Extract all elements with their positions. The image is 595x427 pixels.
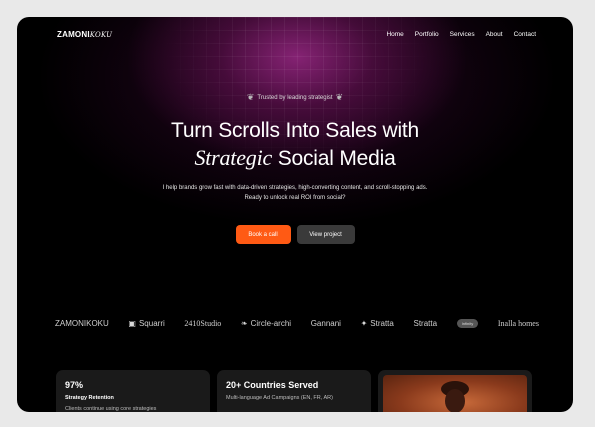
star-icon: ✦: [360, 319, 368, 328]
stat-card-countries: 20+ Countries Served Multi-language Ad C…: [217, 370, 371, 412]
top-nav: ZAMONIKOKU Home Portfolio Services About…: [17, 17, 573, 53]
stat-card-retention: 97% Strategy Retention Clients continue …: [56, 370, 210, 412]
brand-label: Infinity: [456, 319, 479, 328]
trust-badge-text: Trusted by leading strategist: [257, 95, 333, 101]
brand-logos: ZAMONIKOKU ▣ Squarri 2410Studio ❧ Circle…: [55, 319, 539, 328]
logo-italic: KOKU: [89, 31, 113, 39]
brand-infinity: Infinity: [456, 319, 479, 328]
hero-title-line2: Strategic Social Media: [17, 144, 573, 172]
stat-value: 20+ Countries Served: [226, 380, 319, 390]
square-icon: ▣: [128, 319, 136, 328]
stats-cards: 97% Strategy Retention Clients continue …: [56, 370, 534, 412]
brand-label: Gannani: [310, 319, 341, 328]
nav-item-services[interactable]: Services: [450, 31, 475, 38]
nav-item-contact[interactable]: Contact: [514, 31, 536, 38]
nav-item-home[interactable]: Home: [386, 31, 403, 38]
hero-title-serif: Strategic: [194, 145, 273, 170]
brand-label: Circle-archi: [250, 319, 292, 328]
brand-label: Squarri: [138, 319, 165, 328]
brand-inalla-homes: Inalla homes: [498, 319, 539, 328]
brand-circle-archi: ❧ Circle-archi: [241, 319, 291, 328]
photo-card: [378, 370, 532, 412]
nav-menu: Home Portfolio Services About Contact: [386, 31, 536, 38]
portrait-image: [383, 375, 527, 412]
brand-label: ZAMONIKOKU: [55, 319, 109, 328]
hero-subtitle: I help brands grow fast with data-driven…: [162, 185, 428, 201]
brand-label: 2410Studio: [184, 319, 222, 328]
brand-gannani: Gannani: [311, 319, 341, 328]
trust-badge: ❦ Trusted by leading strategist ❦: [17, 93, 573, 103]
hero-buttons: Book a call View project: [17, 225, 573, 244]
brand-stratta-1: ✦ Stratta: [361, 319, 394, 328]
book-call-button[interactable]: Book a call: [235, 225, 291, 244]
stat-title: Strategy Retention: [65, 395, 114, 401]
logo-main: ZAMONI: [57, 30, 90, 39]
brand-label: Stratta: [370, 319, 394, 328]
leaf-icon: ❧: [240, 319, 248, 328]
website-frame: ZAMONIKOKU Home Portfolio Services About…: [17, 17, 573, 412]
stat-text: Multi-language Ad Campaigns (EN, FR, AR): [226, 395, 333, 401]
brand-stratta-2: Stratta: [413, 319, 437, 328]
laurel-right-icon: ❦: [335, 93, 344, 103]
brand-squarri: ▣ Squarri: [128, 319, 164, 328]
view-project-button[interactable]: View project: [296, 225, 355, 244]
stat-value: 97%: [65, 380, 84, 390]
portrait-head: [445, 389, 465, 412]
laurel-left-icon: ❦: [246, 93, 255, 103]
nav-item-portfolio[interactable]: Portfolio: [415, 31, 439, 38]
brand-label: Stratta: [413, 319, 438, 328]
brand-label: Inalla homes: [497, 319, 539, 328]
logo[interactable]: ZAMONIKOKU: [57, 30, 112, 39]
brand-2410studio: 2410Studio: [184, 319, 221, 328]
hero-title-rest: Social Media: [277, 147, 396, 170]
brand-zamonikoku: ZAMONIKOKU: [55, 319, 109, 328]
hero-title: Turn Scrolls Into Sales with Strategic S…: [17, 117, 573, 172]
nav-item-about[interactable]: About: [486, 31, 503, 38]
stat-text: Clients continue using core strategies: [65, 406, 157, 412]
hero-title-line1: Turn Scrolls Into Sales with: [170, 119, 420, 142]
